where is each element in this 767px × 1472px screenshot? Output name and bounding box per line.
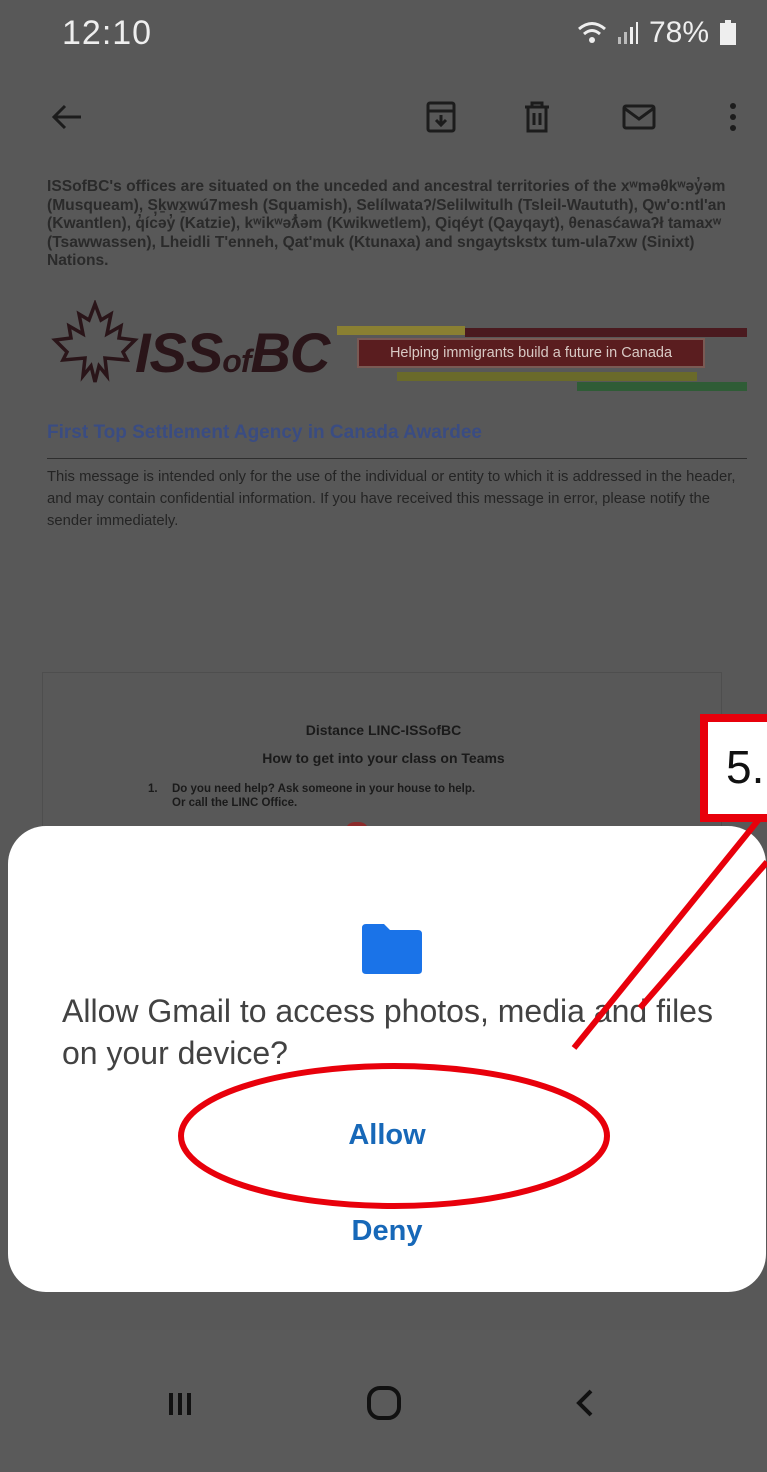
logo-bc: BC xyxy=(250,321,330,384)
confidentiality-disclaimer: This message is intended only for the us… xyxy=(47,469,736,529)
phone-screen: 12:10 78% ISSofBC's offices are situated… xyxy=(0,0,767,1472)
step-callout-box: 5. xyxy=(700,714,767,822)
logo-iss: ISS xyxy=(135,321,223,384)
attachment-step-line2: Or call the LINC Office. xyxy=(172,797,298,809)
back-arrow-icon[interactable] xyxy=(42,92,92,142)
mark-unread-icon[interactable] xyxy=(614,92,664,142)
attachment-subtitle: How to get into your class on Teams xyxy=(262,750,505,766)
land-acknowledgement: ISSofBC's offices are situated on the un… xyxy=(47,178,726,269)
logo-wordmark: ISSofBC xyxy=(135,320,330,385)
back-icon[interactable] xyxy=(546,1368,626,1438)
permission-message: Allow Gmail to access photos, media and … xyxy=(62,993,713,1071)
attachment-step-line1: Do you need help? Ask someone in your ho… xyxy=(172,783,476,795)
banner-bar-yellow xyxy=(397,372,697,381)
archive-icon[interactable] xyxy=(416,92,466,142)
system-nav-bar xyxy=(0,1330,767,1472)
status-indicators: 78% xyxy=(577,16,737,50)
battery-percent: 78% xyxy=(648,16,709,49)
deny-button[interactable]: Deny xyxy=(8,1208,766,1254)
recents-icon[interactable] xyxy=(140,1368,220,1438)
allow-button[interactable]: Allow xyxy=(8,1112,766,1158)
attachment-title: Distance LINC-ISSofBC xyxy=(305,722,462,738)
awardee-link[interactable]: First Top Settlement Agency in Canada Aw… xyxy=(47,422,482,444)
email-body: ISSofBC's offices are situated on the un… xyxy=(47,178,747,529)
attachment-step-number: 1. xyxy=(148,783,158,795)
folder-icon xyxy=(362,924,422,974)
status-time: 12:10 xyxy=(62,14,153,52)
logo-of: of xyxy=(222,343,251,379)
banner-tagline: Helping immigrants build a future in Can… xyxy=(357,338,705,368)
battery-icon xyxy=(720,20,736,45)
attachment-step: 1. Do you need help? Ask someone in your … xyxy=(148,782,648,810)
divider xyxy=(47,458,747,459)
wifi-icon xyxy=(577,22,606,43)
banner-bar-maroon xyxy=(465,328,747,337)
banner-bar-green xyxy=(577,382,747,391)
more-vert-icon[interactable] xyxy=(708,92,758,142)
delete-icon[interactable] xyxy=(512,92,562,142)
logo-banner: Helping immigrants build a future in Can… xyxy=(337,326,747,396)
step-callout-label: 5. xyxy=(726,741,765,793)
home-icon[interactable] xyxy=(344,1368,424,1438)
issofbc-logo: ISSofBC Helping immigrants build a futur… xyxy=(47,298,747,398)
status-bar: 12:10 78% xyxy=(0,0,767,70)
signal-icon xyxy=(617,22,638,44)
email-toolbar xyxy=(0,80,767,160)
maple-leaf-icon xyxy=(51,300,139,383)
banner-bar-olive xyxy=(337,326,465,335)
